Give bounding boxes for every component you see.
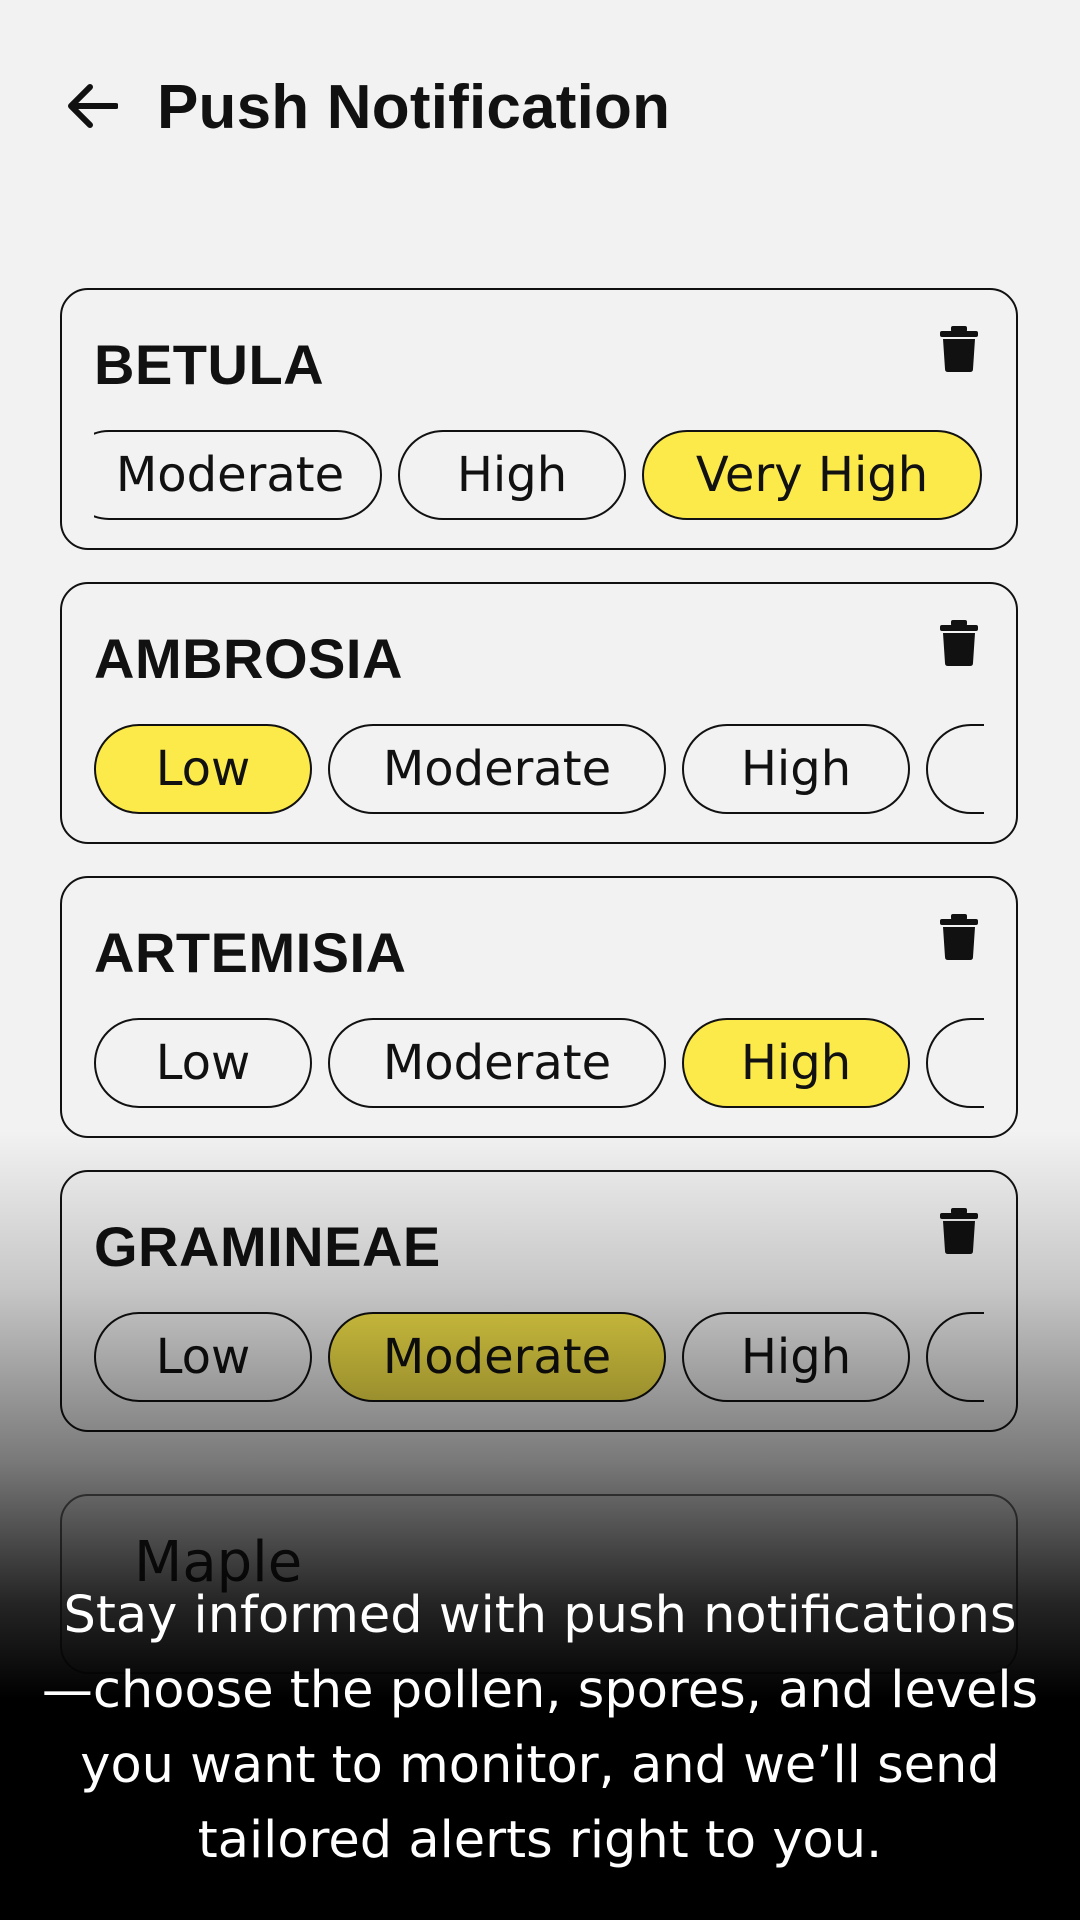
arrow-left-icon (68, 84, 118, 128)
allergen-card-artemisia: ARTEMISIA Low Moderate High (60, 876, 1018, 1138)
chip-moderate[interactable]: Moderate (94, 430, 382, 520)
chip-low[interactable]: Low (94, 1312, 312, 1402)
chip-very-high[interactable]: Very High (642, 430, 982, 520)
chip-moderate[interactable]: Moderate (328, 1018, 666, 1108)
trash-icon[interactable] (940, 1208, 978, 1254)
allergen-name: BETULA (94, 333, 325, 396)
chip-moderate[interactable]: Moderate (328, 724, 666, 814)
chip-high[interactable]: High (682, 1018, 910, 1108)
allergen-name: GRAMINEAE (94, 1215, 441, 1278)
allergen-card-gramineae: GRAMINEAE Low Moderate High (60, 1170, 1018, 1432)
page-title: Push Notification (157, 73, 671, 142)
chip-very-high-partial[interactable] (926, 1018, 984, 1108)
app-header: Push Notification (0, 0, 1080, 220)
chip-high[interactable]: High (398, 430, 626, 520)
screen: Push Notification BETULA Moderate High V… (0, 0, 1080, 1920)
trash-icon[interactable] (940, 620, 978, 666)
chip-high[interactable]: High (682, 724, 910, 814)
allergen-name: AMBROSIA (94, 627, 403, 690)
chip-low[interactable]: Low (94, 724, 312, 814)
level-chips: Low Moderate High (94, 724, 984, 816)
chip-very-high-partial[interactable] (926, 724, 984, 814)
chip-low[interactable]: Low (94, 1018, 312, 1108)
back-button[interactable] (62, 76, 122, 136)
allergen-card-ambrosia: AMBROSIA Low Moderate High (60, 582, 1018, 844)
allergen-card-betula: BETULA Moderate High Very High (60, 288, 1018, 550)
trash-icon[interactable] (940, 914, 978, 960)
promo-caption: Stay informed with push notifications —c… (41, 1586, 1039, 1870)
trash-icon[interactable] (940, 326, 978, 372)
allergen-name: ARTEMISIA (94, 921, 407, 984)
level-chips: Moderate High Very High (94, 430, 984, 522)
chip-moderate[interactable]: Moderate (328, 1312, 666, 1402)
level-chips: Low Moderate High (94, 1018, 984, 1110)
chip-high[interactable]: High (682, 1312, 910, 1402)
level-chips: Low Moderate High (94, 1312, 984, 1404)
chip-very-high-partial[interactable] (926, 1312, 984, 1402)
